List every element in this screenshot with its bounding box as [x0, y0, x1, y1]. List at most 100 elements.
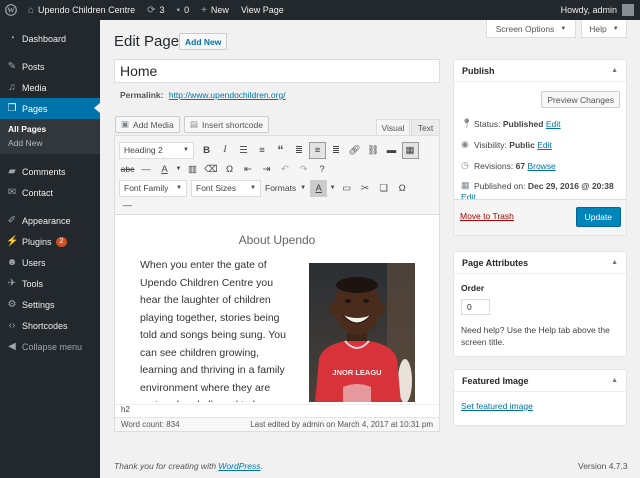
clear-formatting-icon[interactable]: ⌫	[203, 161, 220, 178]
blockquote-icon[interactable]: “	[272, 142, 289, 159]
strikethrough-icon[interactable]: abc	[119, 161, 136, 178]
sidebar-item-media[interactable]: ♫ Media	[0, 77, 100, 98]
sidebar-item-tools[interactable]: ✈ Tools	[0, 273, 100, 294]
horizontal-line-icon[interactable]: —	[119, 197, 136, 214]
link-icon[interactable]: 🔗︎	[346, 142, 363, 159]
horizontal-line-icon[interactable]: —	[138, 161, 155, 178]
font-sizes-select[interactable]: Font Sizes ▼	[191, 179, 261, 197]
bullet-list-icon[interactable]: ☰	[235, 142, 252, 159]
toggle-arrow-icon[interactable]: ▲	[611, 259, 618, 266]
cut-icon[interactable]: ✂	[357, 180, 374, 197]
edit-visibility-link[interactable]: Edit	[537, 140, 552, 150]
sidebar-item-plugins[interactable]: ⚡ Plugins 2	[0, 231, 100, 252]
sidebar-item-pages[interactable]: ❐ Pages	[0, 98, 100, 119]
page-attributes-header[interactable]: Page Attributes ▲	[454, 252, 626, 274]
screen-options-button[interactable]: Screen Options ▼	[486, 20, 576, 38]
site-name-link[interactable]: ⌂ Upendo Children Centre	[22, 0, 141, 20]
order-input[interactable]	[461, 299, 490, 315]
my-account-link[interactable]: Howdy, admin	[555, 0, 640, 20]
featured-image-header[interactable]: Featured Image ▲	[454, 370, 626, 392]
updates-count: 3	[159, 5, 165, 15]
align-center-icon[interactable]: ≡	[309, 141, 326, 159]
updates-link[interactable]: ⟳ 3	[141, 0, 170, 20]
sidebar-item-posts[interactable]: ✎ Posts	[0, 56, 100, 77]
shirt-text: JNOR LEAGU	[332, 368, 381, 377]
add-media-label: Add Media	[133, 119, 174, 130]
align-right-icon[interactable]: ≣	[328, 142, 345, 159]
copy-icon[interactable]: ❏	[375, 180, 392, 197]
edit-status-link[interactable]: Edit	[546, 119, 561, 129]
permalink: Permalink: http://www.upendochildren.org…	[120, 90, 286, 100]
indent-icon[interactable]: ⇥	[258, 161, 275, 178]
sidebar-item-label: Collapse menu	[22, 341, 83, 352]
toggle-arrow-icon[interactable]: ▲	[611, 377, 618, 384]
undo-icon[interactable]: ↶	[277, 161, 294, 178]
footer-thanks-prefix: Thank you for creating with	[114, 461, 219, 471]
visibility-value: Public	[509, 139, 535, 150]
insert-shortcode-button[interactable]: ▤ Insert shortcode	[184, 116, 269, 133]
read-more-icon[interactable]: ▬	[383, 142, 400, 159]
set-featured-image-link[interactable]: Set featured image	[461, 401, 533, 411]
format-select[interactable]: Heading 2 ▼	[119, 141, 194, 159]
sidebar-item-contact[interactable]: ✉ Contact	[0, 182, 100, 203]
italic-icon[interactable]: I	[217, 142, 234, 159]
comments-link[interactable]: ▪ 0	[171, 0, 196, 20]
envelope-icon: ✉	[7, 187, 17, 198]
editor-toolbar: Heading 2 ▼ B I ☰ ≡ “ ≣ ≡ ≣ 🔗︎ ⛓︎ ▬ ▦ ab…	[115, 136, 439, 215]
background-color-icon[interactable]: A	[310, 179, 328, 197]
formats-menu[interactable]: Formats ▼	[265, 183, 306, 193]
caret-down-icon[interactable]: ▼	[175, 161, 183, 178]
publish-box-header[interactable]: Publish ▲	[454, 60, 626, 82]
sidebar-item-settings[interactable]: ⚙ Settings	[0, 294, 100, 315]
tab-visual[interactable]: Visual	[376, 119, 410, 135]
sidebar-item-comments[interactable]: ▰ Comments	[0, 161, 100, 182]
submenu-add-new[interactable]: Add New	[0, 136, 100, 150]
help-button[interactable]: Help ▼	[581, 20, 627, 38]
child-photo[interactable]: JNOR LEAGU	[309, 263, 415, 402]
text-color-icon[interactable]: A	[156, 161, 173, 178]
sidebar-item-appearance[interactable]: ✐ Appearance	[0, 210, 100, 231]
view-page-link[interactable]: View Page	[235, 0, 290, 20]
toolbar-toggle-icon[interactable]: ▦	[401, 141, 419, 159]
wrench-icon: ✈	[7, 278, 17, 289]
special-character-icon[interactable]: Ω	[394, 180, 411, 197]
editor-content[interactable]: About Upendo When you enter the gate of …	[115, 216, 439, 402]
sidebar-item-label: Users	[22, 257, 46, 268]
special-character-icon[interactable]: Ω	[221, 161, 238, 178]
document-icon[interactable]: ▭	[338, 180, 355, 197]
bold-icon[interactable]: B	[198, 142, 215, 159]
footer-thanks: Thank you for creating with WordPress.	[114, 461, 263, 471]
wordpress-link[interactable]: WordPress	[218, 461, 260, 471]
toggle-arrow-icon[interactable]: ▲	[611, 67, 618, 74]
status-label: Status:	[474, 118, 501, 129]
unlink-icon[interactable]: ⛓︎	[365, 142, 382, 159]
add-new-button[interactable]: Add New	[179, 33, 228, 50]
align-left-icon[interactable]: ≣	[291, 142, 308, 159]
sidebar-item-dashboard[interactable]: ◔ Dashboard	[0, 28, 100, 49]
post-title-input[interactable]	[114, 59, 440, 83]
caret-down-icon[interactable]: ▼	[329, 180, 337, 197]
add-media-button[interactable]: ▣ Add Media	[115, 116, 180, 133]
comments-icon: ▰	[8, 166, 16, 177]
browse-revisions-link[interactable]: Browse	[527, 161, 555, 171]
redo-icon[interactable]: ↷	[295, 161, 312, 178]
keyboard-shortcuts-icon[interactable]: ?	[314, 161, 331, 178]
font-family-select[interactable]: Font Family ▼	[119, 179, 187, 197]
permalink-url[interactable]: http://www.upendochildren.org/	[169, 90, 286, 100]
outdent-icon[interactable]: ⇤	[240, 161, 257, 178]
wordpress-logo-icon[interactable]: W	[0, 0, 22, 20]
sidebar-item-users[interactable]: ☻ Users	[0, 252, 100, 273]
move-to-trash-link[interactable]: Move to Trash	[460, 211, 514, 221]
preview-changes-button[interactable]: Preview Changes	[541, 91, 620, 108]
sidebar-item-shortcodes[interactable]: ‹› Shortcodes	[0, 315, 100, 336]
tab-text[interactable]: Text	[411, 119, 440, 135]
numbered-list-icon[interactable]: ≡	[254, 142, 271, 159]
update-button[interactable]: Update	[575, 207, 621, 227]
caret-down-icon: ▼	[560, 25, 567, 32]
new-content-link[interactable]: + New	[195, 0, 235, 20]
paste-text-icon[interactable]: ▥	[184, 161, 201, 178]
submenu-all-pages[interactable]: All Pages	[0, 122, 100, 136]
collapse-menu-button[interactable]: ◀ Collapse menu	[0, 336, 100, 357]
content-editor: Heading 2 ▼ B I ☰ ≡ “ ≣ ≡ ≣ 🔗︎ ⛓︎ ▬ ▦ ab…	[114, 135, 440, 432]
caret-down-icon: ▼	[176, 185, 182, 191]
